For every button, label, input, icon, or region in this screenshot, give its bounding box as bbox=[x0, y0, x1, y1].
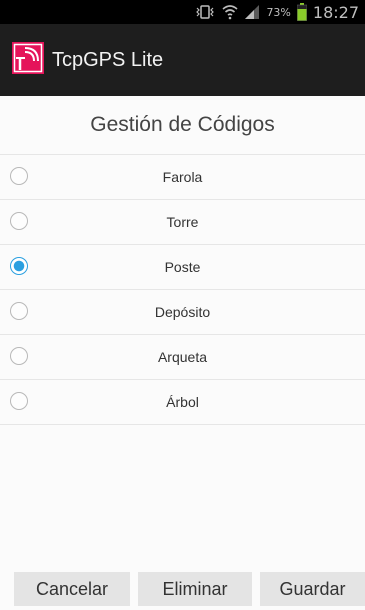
list-item[interactable]: Farola bbox=[0, 155, 365, 200]
list-item-label: Poste bbox=[164, 259, 201, 275]
wifi-icon bbox=[222, 4, 238, 20]
battery-icon bbox=[296, 3, 307, 21]
list-item-label: Árbol bbox=[166, 394, 199, 410]
app-logo-icon[interactable] bbox=[12, 41, 44, 79]
radio-button[interactable] bbox=[10, 347, 28, 365]
list-item-label: Arqueta bbox=[157, 349, 208, 365]
page-title: Gestión de Códigos bbox=[90, 113, 275, 136]
status-bar: 73% 18:27 bbox=[0, 0, 365, 24]
button-bar: Cancelar Eliminar Guardar bbox=[0, 572, 365, 606]
cancel-button[interactable]: Cancelar bbox=[14, 572, 130, 606]
list-item-label: Torre bbox=[166, 214, 199, 230]
main-content: Gestión de Códigos Farola Torre Poste De… bbox=[0, 96, 365, 610]
battery-percent: 73% bbox=[266, 5, 291, 19]
radio-button[interactable] bbox=[10, 392, 28, 410]
app-title: TcpGPS Lite bbox=[52, 48, 164, 71]
radio-button[interactable] bbox=[10, 302, 28, 320]
signal-icon bbox=[244, 4, 260, 20]
save-button[interactable]: Guardar bbox=[260, 572, 365, 606]
list-item[interactable]: Depósito bbox=[0, 290, 365, 335]
list-item[interactable]: Torre bbox=[0, 200, 365, 245]
vibrate-icon bbox=[194, 4, 216, 20]
list-item[interactable]: Árbol bbox=[0, 380, 365, 425]
app-bar: TcpGPS Lite bbox=[0, 24, 365, 96]
list-item[interactable]: Poste bbox=[0, 245, 365, 290]
list-item-label: Depósito bbox=[154, 304, 211, 320]
radio-button[interactable] bbox=[10, 257, 28, 275]
code-list: Farola Torre Poste Depósito Arqueta Árbo… bbox=[0, 154, 365, 425]
radio-button[interactable] bbox=[10, 212, 28, 230]
clock: 18:27 bbox=[312, 2, 359, 22]
delete-button[interactable]: Eliminar bbox=[138, 572, 252, 606]
radio-button[interactable] bbox=[10, 167, 28, 185]
list-item-label: Farola bbox=[162, 169, 203, 185]
list-item[interactable]: Arqueta bbox=[0, 335, 365, 380]
